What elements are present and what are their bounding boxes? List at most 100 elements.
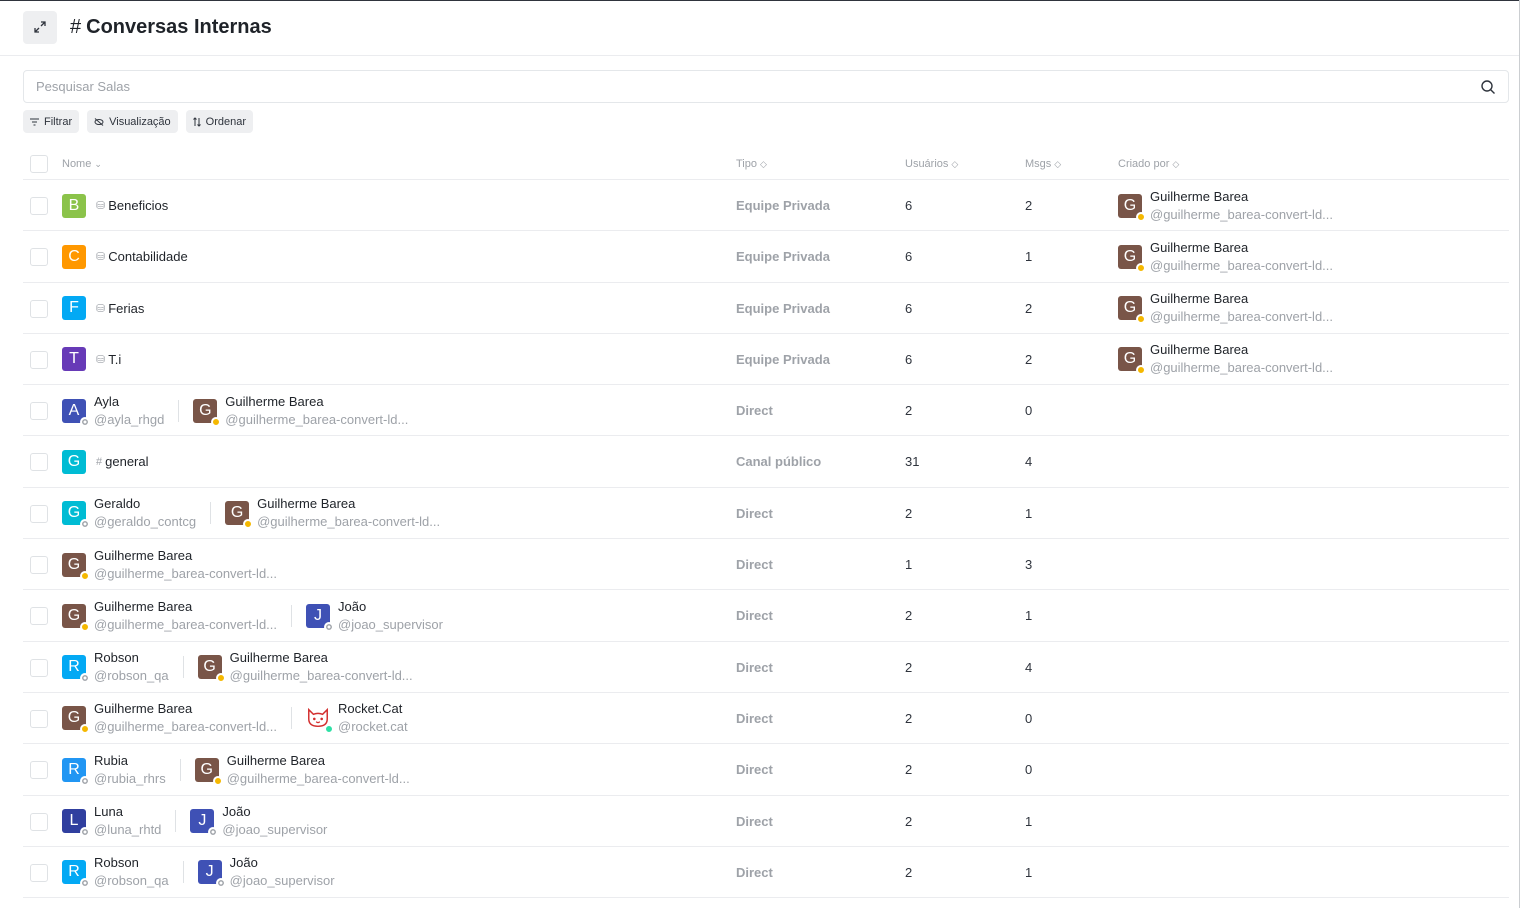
user-cell: G Guilherme Barea @guilherme_barea-convert… bbox=[62, 547, 277, 583]
avatar[interactable]: G bbox=[1118, 244, 1146, 273]
table-row[interactable]: T ⛁ T.i Equipe Privada 6 2 G Guilherme Barea @gu… bbox=[23, 334, 1509, 386]
table-row[interactable]: F ⛁ Ferias Equipe Privada 6 2 G Guilherme Barea… bbox=[23, 283, 1509, 334]
row-checkbox[interactable] bbox=[30, 453, 48, 472]
status-away-icon bbox=[80, 621, 90, 632]
avatar-initial: J bbox=[314, 606, 323, 624]
room-avatar[interactable]: C bbox=[62, 244, 86, 269]
table-row[interactable]: G Guilherme Barea @guilherme_barea-convert… bbox=[23, 590, 1509, 642]
sort-icon: ◇ bbox=[951, 158, 959, 169]
table-row[interactable]: G # general Canal público 31 4 bbox=[23, 436, 1509, 488]
room-avatar[interactable]: G bbox=[62, 449, 86, 474]
avatar[interactable]: G bbox=[62, 501, 90, 530]
avatar[interactable]: R bbox=[62, 860, 90, 889]
name-cell: G Guilherme Barea @guilherme_barea-convert… bbox=[62, 693, 408, 744]
row-checkbox[interactable] bbox=[30, 504, 48, 523]
row-checkbox[interactable] bbox=[30, 350, 48, 369]
column-header-msgs[interactable]: Msgs ◇ bbox=[1025, 158, 1061, 170]
column-header-nome[interactable]: Nome ⌄ bbox=[62, 158, 102, 170]
sort-label: Ordenar bbox=[205, 115, 247, 128]
room-name: Beneficios bbox=[108, 198, 169, 213]
sort-button[interactable]: Ordenar bbox=[185, 110, 254, 133]
user-handle: @ayla_rhgd bbox=[94, 411, 165, 427]
avatar[interactable]: G bbox=[62, 603, 90, 632]
avatar-initial: R bbox=[68, 760, 80, 778]
table-row[interactable]: G Guilherme Barea @guilherme_barea-convert… bbox=[23, 539, 1509, 591]
user-name: João bbox=[338, 598, 367, 614]
type-cell: Equipe Privada bbox=[736, 198, 830, 213]
creator-handle: @guilherme_barea-convert-ld... bbox=[1150, 257, 1334, 273]
room-avatar[interactable]: F bbox=[62, 296, 86, 321]
rooms-table: Nome ⌄ Tipo ◇ Usuários ◇ Msgs ◇ Criado por ◇ … bbox=[23, 147, 1509, 899]
users-count-cell: 6 bbox=[905, 300, 913, 316]
table-row[interactable]: R Robson @robson_qa J João @joao_supervisor Di… bbox=[23, 847, 1509, 899]
avatar[interactable]: G bbox=[62, 552, 90, 581]
room-avatar[interactable]: B bbox=[62, 193, 86, 218]
row-checkbox[interactable] bbox=[30, 658, 48, 677]
status-off-icon bbox=[80, 416, 90, 427]
column-header-criado-por[interactable]: Criado por ◇ bbox=[1118, 158, 1179, 170]
avatar[interactable]: J bbox=[190, 809, 219, 838]
row-checkbox[interactable] bbox=[30, 761, 48, 780]
search-input[interactable] bbox=[36, 79, 1436, 94]
avatar[interactable]: J bbox=[306, 603, 335, 632]
avatar[interactable]: J bbox=[197, 860, 226, 889]
status-away-icon bbox=[212, 775, 223, 786]
creator-name: Guilherme Barea bbox=[1150, 342, 1249, 358]
avatar[interactable]: G bbox=[194, 757, 223, 786]
user-name: Robson bbox=[94, 650, 139, 666]
name-cell: G # general bbox=[62, 436, 149, 487]
user-cell: G Guilherme Barea @guilherme_barea-convert… bbox=[62, 598, 277, 634]
avatar-initial: G bbox=[67, 504, 81, 522]
row-checkbox[interactable] bbox=[30, 863, 48, 882]
table-row[interactable]: B ⛁ Beneficios Equipe Privada 6 2 G Guilherme B… bbox=[23, 180, 1509, 232]
user-cell: R Rubia @rubia_rhrs bbox=[62, 752, 166, 788]
avatar[interactable]: G bbox=[1118, 193, 1146, 222]
table-row[interactable]: R Robson @robson_qa G Guilherme Barea @guilhe… bbox=[23, 642, 1509, 693]
avatar[interactable]: A bbox=[62, 398, 90, 427]
row-checkbox[interactable] bbox=[30, 556, 48, 575]
view-button[interactable]: Visualização bbox=[87, 110, 178, 133]
row-checkbox[interactable] bbox=[30, 709, 48, 728]
avatar[interactable]: R bbox=[62, 655, 90, 684]
expand-button[interactable] bbox=[23, 10, 57, 44]
avatar[interactable]: G bbox=[197, 655, 226, 684]
creator-cell: G Guilherme Barea @guilherme_barea-convert… bbox=[1118, 334, 1333, 385]
user-handle: @guilherme_barea-convert-ld... bbox=[94, 719, 278, 735]
divider bbox=[175, 810, 177, 833]
type-cell: Direct bbox=[736, 557, 773, 573]
avatar[interactable]: G bbox=[1118, 347, 1146, 376]
row-checkbox[interactable] bbox=[30, 812, 48, 831]
msgs-count-cell: 0 bbox=[1025, 710, 1033, 726]
room-avatar[interactable]: T bbox=[62, 347, 86, 372]
avatar[interactable]: G bbox=[193, 398, 222, 427]
users-count-cell: 31 bbox=[905, 454, 920, 470]
table-row[interactable]: A Ayla @ayla_rhgd G Guilherme Barea @guilherm… bbox=[23, 385, 1509, 437]
row-checkbox[interactable] bbox=[30, 197, 48, 215]
row-checkbox[interactable] bbox=[30, 402, 48, 421]
row-checkbox[interactable] bbox=[30, 607, 48, 626]
sort-icon: ◇ bbox=[760, 158, 767, 169]
filter-label: Filtrar bbox=[44, 115, 73, 128]
table-row[interactable]: C ⛁ Contabilidade Equipe Privada 6 1 G Guilherm… bbox=[23, 231, 1509, 283]
avatar[interactable]: G bbox=[1118, 296, 1146, 325]
column-header-usuarios[interactable]: Usuários ◇ bbox=[905, 158, 958, 170]
select-all-checkbox[interactable] bbox=[30, 155, 48, 173]
user-name: Guilherme Barea bbox=[229, 650, 328, 666]
table-row[interactable]: G Guilherme Barea @guilherme_barea-convert… bbox=[23, 693, 1509, 745]
avatar[interactable]: G bbox=[225, 501, 254, 530]
avatar[interactable]: L bbox=[62, 809, 90, 838]
avatar[interactable]: G bbox=[62, 706, 90, 735]
sort-desc-icon: ⌄ bbox=[94, 158, 102, 169]
msgs-count-cell: 1 bbox=[1025, 813, 1033, 829]
filter-button[interactable]: Filtrar bbox=[23, 110, 80, 133]
user-handle: @robson_qa bbox=[94, 668, 169, 684]
column-header-tipo[interactable]: Tipo ◇ bbox=[736, 158, 767, 170]
row-checkbox[interactable] bbox=[30, 299, 48, 318]
table-body: B ⛁ Beneficios Equipe Privada 6 2 G Guilherme B… bbox=[23, 180, 1509, 899]
row-checkbox[interactable] bbox=[30, 248, 48, 267]
table-row[interactable]: G Geraldo @geraldo_contcg G Guilherme Barea @… bbox=[23, 488, 1509, 540]
search-icon[interactable] bbox=[1480, 79, 1496, 95]
table-row[interactable]: L Luna @luna_rhtd J João @joao_supervisor Dire… bbox=[23, 796, 1509, 847]
table-row[interactable]: R Rubia @rubia_rhrs G Guilherme Barea @guilhe… bbox=[23, 744, 1509, 796]
avatar[interactable]: R bbox=[62, 757, 90, 786]
